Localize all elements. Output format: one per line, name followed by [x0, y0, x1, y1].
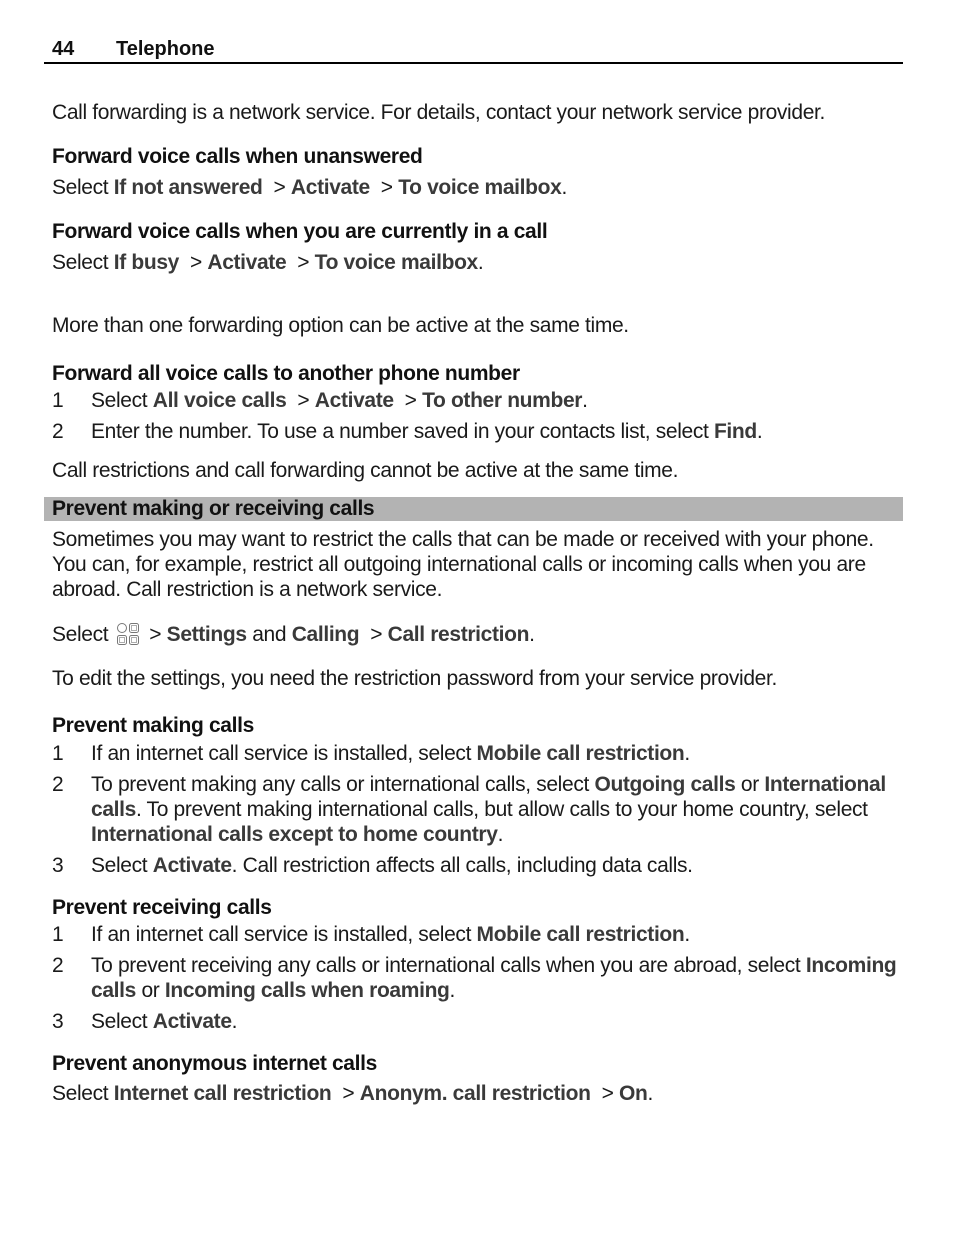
page-content: Call forwarding is a network service. Fo… [44, 100, 903, 1106]
list-item: 2 To prevent making any calls or interna… [52, 773, 886, 846]
prevent-making-steps: 1 If an internet call service is install… [52, 741, 902, 878]
password-note: To edit the settings, you need the restr… [52, 667, 777, 690]
forward-unanswered-instruction: Select If not answered > Activate > To v… [52, 176, 567, 199]
list-item: 1 If an internet call service is install… [52, 742, 690, 765]
heading-forward-unanswered: Forward voice calls when unanswered [52, 145, 423, 168]
list-item: 2 To prevent receiving any calls or inte… [52, 954, 897, 1002]
section-heading-prevent-calls: Prevent making or receiving calls [44, 497, 903, 521]
heading-prevent-making: Prevent making calls [52, 714, 254, 737]
list-item: 1 If an internet call service is install… [52, 923, 690, 946]
heading-prevent-receiving: Prevent receiving calls [52, 896, 272, 919]
section-intro: Sometimes you may want to restrict the c… [52, 528, 874, 601]
intro-paragraph: Call forwarding is a network service. Fo… [52, 101, 826, 124]
list-item: 1 Select All voice calls > Activate > To… [52, 389, 588, 412]
restriction-note: Call restrictions and call forwarding ca… [52, 459, 679, 482]
forward-busy-instruction: Select If busy > Activate > To voice mai… [52, 251, 484, 274]
prevent-anonymous-instruction: Select Internet call restriction > Anony… [52, 1082, 653, 1105]
heading-forward-all: Forward all voice calls to another phone… [52, 362, 520, 385]
heading-prevent-anonymous: Prevent anonymous internet calls [52, 1052, 377, 1075]
chapter-title: Telephone [116, 38, 215, 60]
page-number: 44 [52, 38, 75, 60]
heading-forward-busy: Forward voice calls when you are current… [52, 220, 548, 243]
page-header: 44 Telephone [44, 36, 903, 64]
multi-forwarding-note: More than one forwarding option can be a… [52, 314, 629, 337]
list-item: 2 Enter the number. To use a number save… [52, 420, 763, 443]
prevent-receiving-steps: 1 If an internet call service is install… [52, 922, 902, 1034]
forward-all-steps: 1 Select All voice calls > Activate > To… [52, 388, 902, 444]
list-item: 3 Select Activate. [52, 1010, 238, 1033]
list-item: 3 Select Activate. Call restriction affe… [52, 854, 693, 877]
call-restriction-path: Select > Settings and Calling > Call res… [52, 623, 535, 646]
apps-menu-icon [116, 623, 139, 645]
